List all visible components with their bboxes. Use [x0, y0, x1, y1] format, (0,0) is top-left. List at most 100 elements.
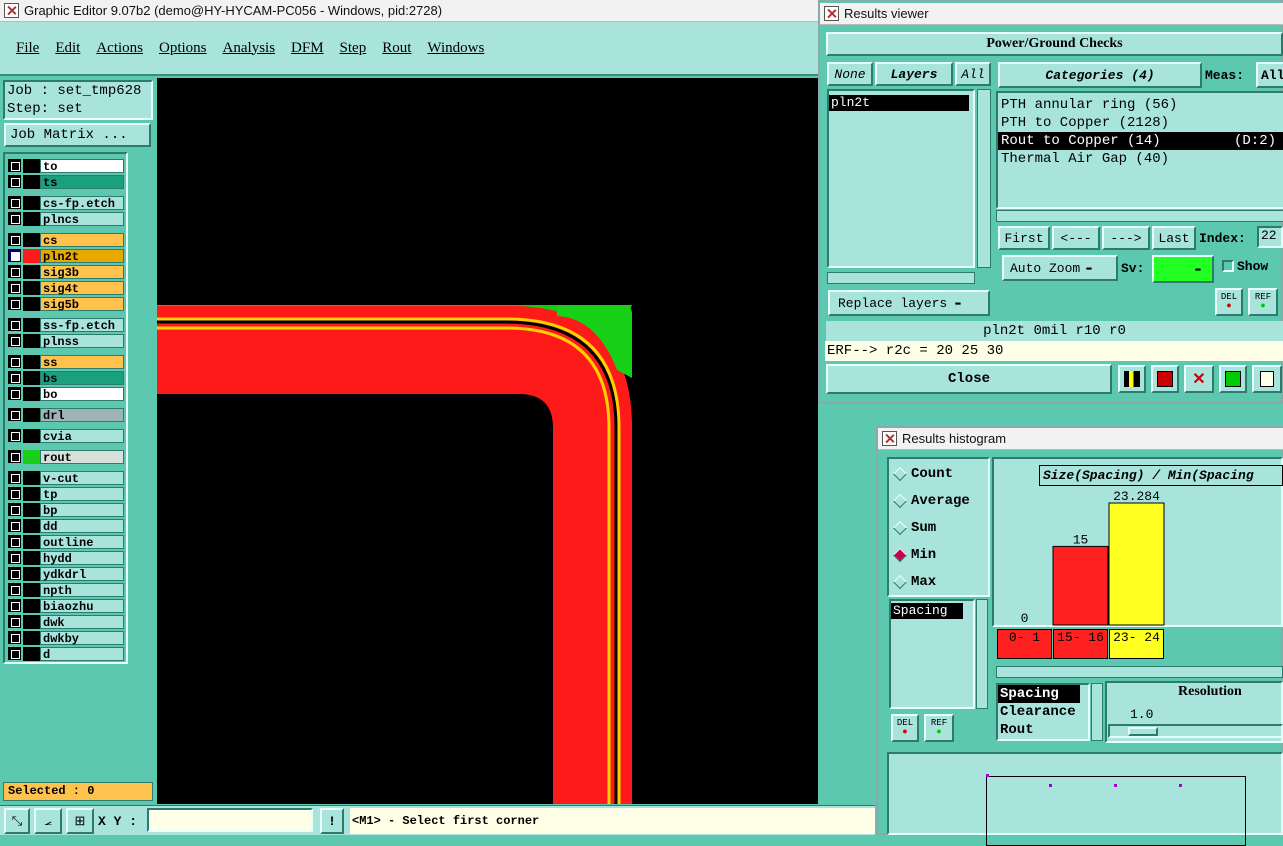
layer-swatch[interactable]: [23, 317, 40, 332]
layer-row-cvia[interactable]: cvia: [8, 428, 124, 444]
layer-name[interactable]: bo: [40, 386, 124, 402]
layer-row-ydkdrl[interactable]: ydkdrl: [8, 566, 124, 582]
layer-swatch[interactable]: [23, 566, 40, 581]
layer-name[interactable]: pln2t: [40, 248, 124, 264]
layer-checkbox[interactable]: [8, 196, 21, 209]
tool-button-3[interactable]: ✕: [1184, 365, 1214, 393]
layer-name[interactable]: npth: [40, 582, 124, 598]
next-button[interactable]: --->: [1102, 226, 1150, 250]
replace-layers-menu[interactable]: Replace layers ▬: [828, 290, 990, 316]
index-input[interactable]: 22: [1257, 226, 1283, 248]
layer-row-bs[interactable]: bs: [8, 370, 124, 386]
layer-swatch[interactable]: [23, 248, 40, 263]
auto-zoom-menu[interactable]: Auto Zoom ▬: [1002, 255, 1118, 281]
layer-name[interactable]: outline: [40, 534, 124, 550]
rv-ref-button[interactable]: REF ●: [1248, 288, 1278, 316]
layer-name[interactable]: bp: [40, 502, 124, 518]
layer-swatch[interactable]: [23, 407, 40, 422]
slider-thumb[interactable]: [1128, 727, 1158, 736]
layer-swatch[interactable]: [23, 232, 40, 247]
layer-checkbox[interactable]: [8, 355, 21, 368]
tool-button-2[interactable]: [1151, 365, 1179, 393]
layers-button[interactable]: Layers: [875, 62, 953, 86]
layer-swatch[interactable]: [23, 428, 40, 443]
layer-row-hydd[interactable]: hydd: [8, 550, 124, 566]
layer-checkbox[interactable]: [8, 567, 21, 580]
layer-checkbox[interactable]: [8, 583, 21, 596]
layer-row-cs[interactable]: cs: [8, 232, 124, 248]
layer-checkbox[interactable]: [8, 503, 21, 516]
layer-row-ts[interactable]: ts: [8, 174, 124, 190]
layer-swatch[interactable]: [23, 630, 40, 645]
layer-name[interactable]: cs: [40, 232, 124, 248]
alert-button[interactable]: !: [320, 808, 344, 834]
layer-row-cs-fp.etch[interactable]: cs-fp.etch: [8, 195, 124, 211]
mode-count[interactable]: Count: [892, 466, 953, 482]
layer-swatch[interactable]: [23, 582, 40, 597]
layer-row-sig5b[interactable]: sig5b: [8, 296, 124, 312]
layer-name[interactable]: sig3b: [40, 264, 124, 280]
category-item[interactable]: Thermal Air Gap (40): [998, 150, 1283, 168]
layer-swatch[interactable]: [23, 646, 40, 661]
layer-row-plncs[interactable]: plncs: [8, 211, 124, 227]
hist-left-item[interactable]: Spacing: [891, 603, 963, 619]
layer-row-to[interactable]: to: [8, 158, 124, 174]
layer-row-v-cut[interactable]: v-cut: [8, 470, 124, 486]
mode-average[interactable]: Average: [892, 493, 970, 509]
layer-name[interactable]: ss: [40, 354, 124, 370]
layer-row-dwk[interactable]: dwk: [8, 614, 124, 630]
none-button[interactable]: None: [827, 62, 873, 86]
layer-checkbox[interactable]: [8, 175, 21, 188]
layer-swatch[interactable]: [23, 614, 40, 629]
layer-name[interactable]: cs-fp.etch: [40, 195, 124, 211]
xy-input[interactable]: [147, 808, 313, 832]
layer-checkbox[interactable]: [8, 212, 21, 225]
layer-row-plnss[interactable]: plnss: [8, 333, 124, 349]
layer-swatch[interactable]: [23, 550, 40, 565]
layer-checkbox[interactable]: [8, 551, 21, 564]
layer-row-outline[interactable]: outline: [8, 534, 124, 550]
last-button[interactable]: Last: [1152, 226, 1196, 250]
layer-swatch[interactable]: [23, 386, 40, 401]
hist-left-list[interactable]: Spacing: [889, 599, 975, 709]
rv-del-button[interactable]: DEL ●: [1215, 288, 1243, 316]
layer-swatch[interactable]: [23, 486, 40, 501]
layer-swatch[interactable]: [23, 264, 40, 279]
layer-row-dd[interactable]: dd: [8, 518, 124, 534]
layer-name[interactable]: plncs: [40, 211, 124, 227]
layer-checkbox[interactable]: [8, 631, 21, 644]
layer-checkbox[interactable]: [8, 599, 21, 612]
layer-swatch[interactable]: [23, 195, 40, 210]
layer-checkbox[interactable]: [8, 450, 21, 463]
sv-dropdown[interactable]: ▬: [1152, 255, 1214, 283]
measure-item-selected[interactable]: Spacing: [998, 685, 1080, 703]
menu-file[interactable]: File: [16, 40, 39, 57]
layer-checkbox[interactable]: [8, 615, 21, 628]
mode-min[interactable]: Min: [892, 547, 936, 563]
layer-swatch[interactable]: [23, 534, 40, 549]
tool-button-4[interactable]: [1219, 365, 1247, 393]
menu-actions[interactable]: Actions: [96, 40, 143, 57]
layer-swatch[interactable]: [23, 502, 40, 517]
layer-name[interactable]: ts: [40, 174, 124, 190]
rv-layer-list[interactable]: pln2t: [827, 89, 975, 268]
layer-name[interactable]: tp: [40, 486, 124, 502]
category-item[interactable]: PTH to Copper (2128): [998, 114, 1283, 132]
layer-swatch[interactable]: [23, 280, 40, 295]
all-button[interactable]: All: [955, 62, 991, 86]
layer-name[interactable]: v-cut: [40, 470, 124, 486]
hist-ref-button[interactable]: REF ●: [924, 714, 954, 742]
layer-name[interactable]: d: [40, 646, 124, 662]
layer-row-bp[interactable]: bp: [8, 502, 124, 518]
tool-button-1[interactable]: [1118, 365, 1146, 393]
menu-analysis[interactable]: Analysis: [223, 40, 276, 57]
first-button[interactable]: First: [998, 226, 1050, 250]
hist-hscroll[interactable]: [996, 666, 1283, 678]
layer-row-biaozhu[interactable]: biaozhu: [8, 598, 124, 614]
category-item[interactable]: PTH annular ring (56): [998, 96, 1283, 114]
layer-checkbox[interactable]: [8, 334, 21, 347]
prev-button[interactable]: <---: [1052, 226, 1100, 250]
layer-row-ss[interactable]: ss: [8, 354, 124, 370]
rv-layer-hscroll[interactable]: [827, 272, 975, 284]
layer-swatch[interactable]: [23, 158, 40, 173]
